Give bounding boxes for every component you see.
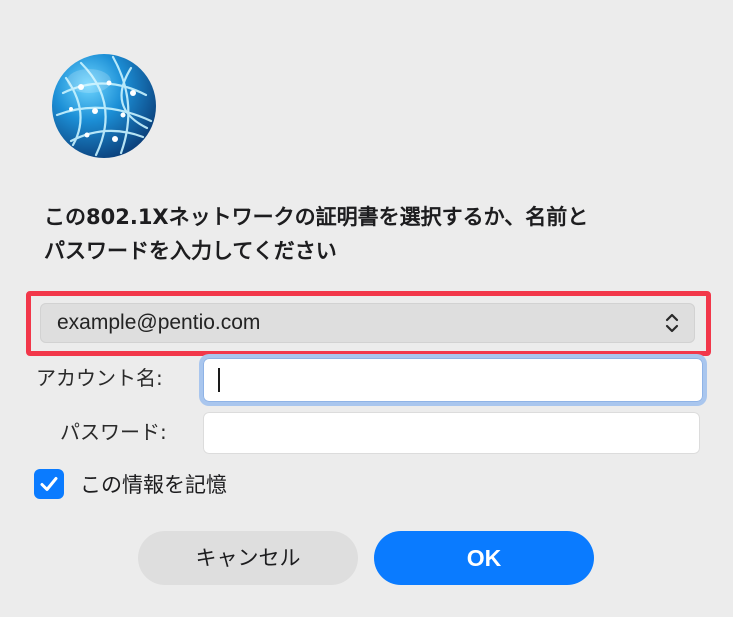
certificate-select[interactable]: example@pentio.com — [40, 303, 695, 343]
account-name-field[interactable] — [203, 358, 703, 402]
text-caret — [218, 368, 220, 392]
password-label: パスワード: — [60, 420, 167, 444]
account-name-label: アカウント名: — [36, 366, 163, 390]
message-line-2: パスワードを入力してください — [44, 239, 337, 263]
password-field[interactable] — [203, 412, 700, 454]
network-globe-icon — [51, 53, 157, 159]
certificate-select-value: example@pentio.com — [57, 311, 261, 334]
network-auth-dialog: この802.1Xネットワークの証明書を選択するか、名前と パスワードを入力してく… — [0, 0, 733, 617]
dialog-message: この802.1Xネットワークの証明書を選択するか、名前と パスワードを入力してく… — [44, 200, 684, 268]
remember-label[interactable]: この情報を記憶 — [80, 469, 227, 499]
message-line-1: この802.1Xネットワークの証明書を選択するか、名前と — [44, 205, 589, 229]
remember-checkbox[interactable] — [34, 469, 64, 499]
up-down-chevron-icon — [663, 311, 681, 335]
ok-button[interactable]: OK — [374, 531, 594, 585]
cancel-button[interactable]: キャンセル — [138, 531, 358, 585]
checkmark-icon — [40, 477, 58, 491]
